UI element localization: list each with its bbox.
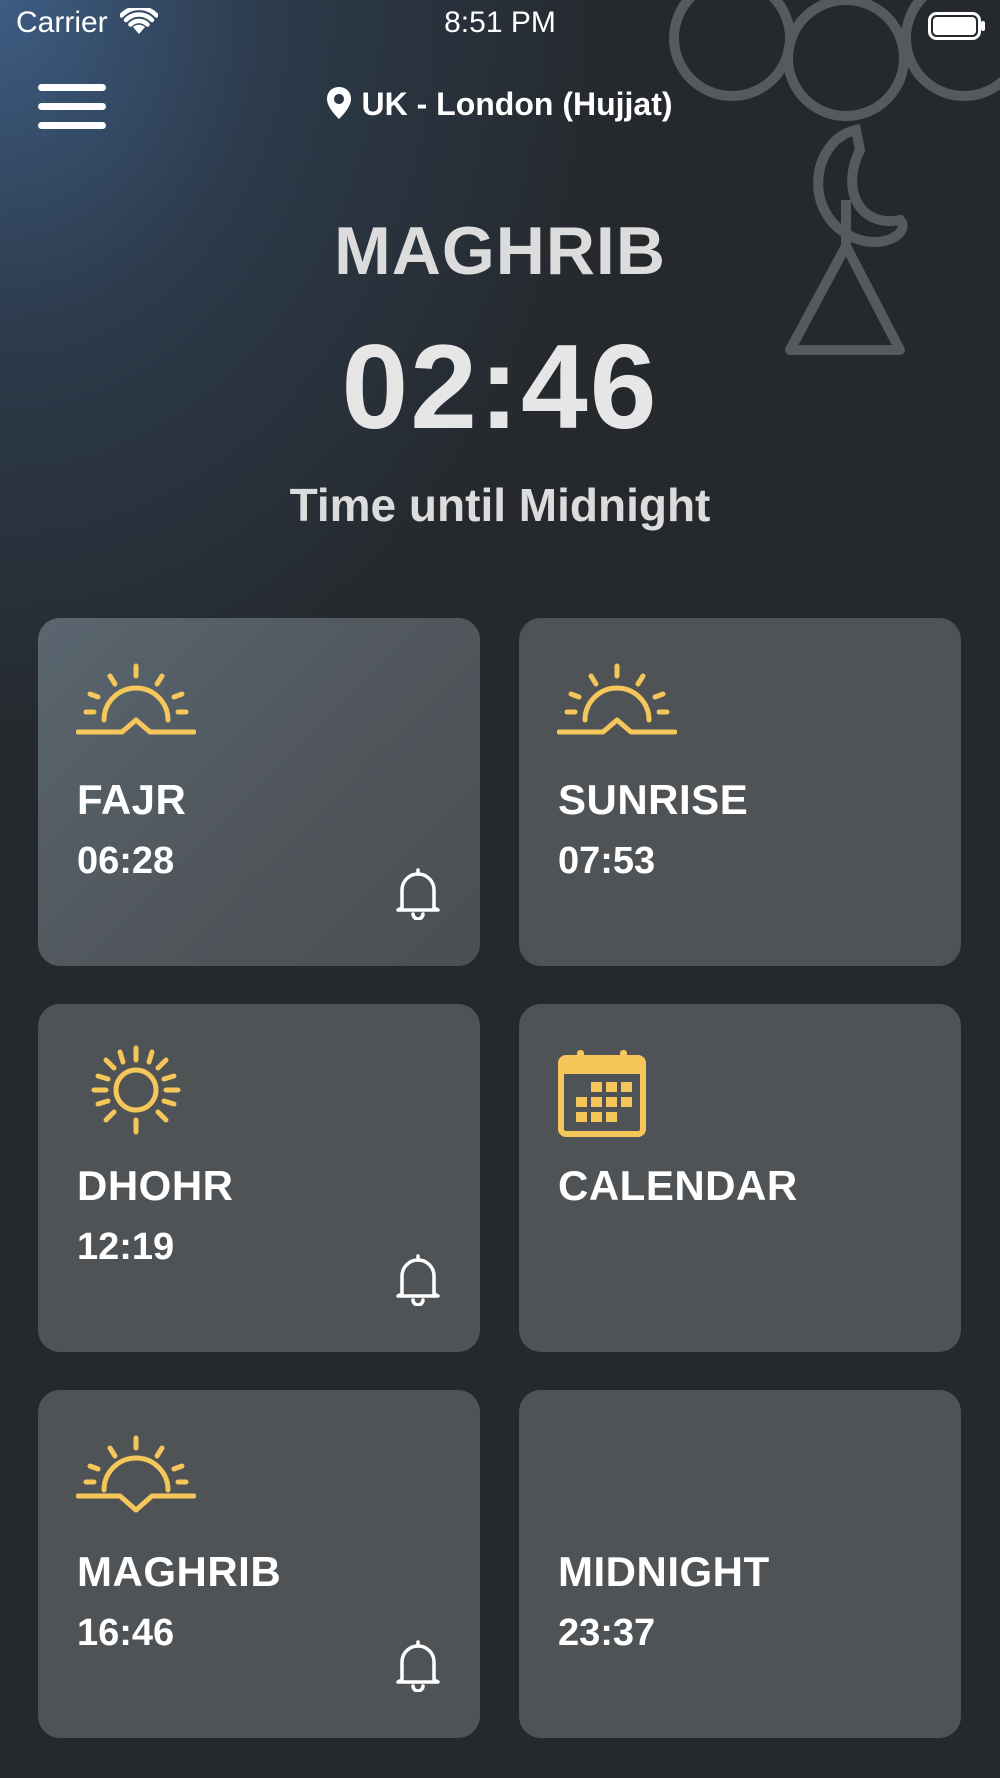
status-bar: Carrier 8:51 PM xyxy=(0,0,1000,50)
card-time: 06:28 xyxy=(77,840,175,882)
location-label: UK - London (Hujjat) xyxy=(361,86,673,122)
status-time: 8:51 PM xyxy=(444,6,556,39)
bell-icon[interactable] xyxy=(394,868,442,920)
prayer-card-fajr[interactable]: FAJR 06:28 xyxy=(38,618,480,966)
countdown-subtitle: Time until Midnight xyxy=(289,479,711,531)
card-time: 16:46 xyxy=(77,1612,175,1654)
bell-icon[interactable] xyxy=(394,1254,442,1306)
battery-icon xyxy=(928,12,985,40)
card-time: 23:37 xyxy=(558,1612,656,1654)
sun-icon xyxy=(91,1045,181,1135)
location-selector[interactable]: UK - London (Hujjat) xyxy=(0,86,1000,123)
countdown-timer: 02:46 xyxy=(341,320,659,454)
next-prayer-name: MAGHRIB xyxy=(334,213,666,289)
prayer-card-maghrib[interactable]: MAGHRIB 16:46 xyxy=(38,1390,480,1738)
card-time: 12:19 xyxy=(77,1226,175,1268)
prayer-card-sunrise[interactable]: SUNRISE 07:53 xyxy=(519,618,961,966)
card-title: SUNRISE xyxy=(558,776,749,823)
card-title: MIDNIGHT xyxy=(558,1548,770,1595)
sunrise-icon xyxy=(557,663,677,735)
prayer-card-midnight[interactable]: MIDNIGHT 23:37 xyxy=(519,1390,961,1738)
card-title: MAGHRIB xyxy=(77,1548,282,1595)
card-time: 07:53 xyxy=(558,840,656,882)
bell-icon[interactable] xyxy=(394,1640,442,1692)
prayer-card-dhohr[interactable]: DHOHR 12:19 xyxy=(38,1004,480,1352)
card-title: DHOHR xyxy=(77,1162,234,1209)
sunset-icon xyxy=(76,1435,196,1513)
moon-icon xyxy=(568,1444,601,1510)
sunrise-icon xyxy=(76,663,196,735)
calendar-card[interactable]: CALENDAR xyxy=(519,1004,961,1352)
map-pin-icon xyxy=(327,87,352,119)
card-title: CALENDAR xyxy=(558,1162,798,1209)
calendar-icon xyxy=(558,1050,646,1137)
card-title: FAJR xyxy=(77,776,187,823)
